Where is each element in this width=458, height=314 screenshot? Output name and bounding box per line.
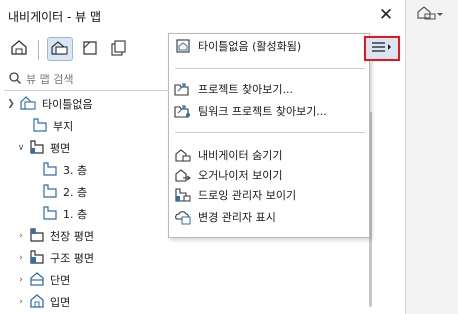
chevron-right-icon[interactable]: ›: [16, 253, 26, 263]
tree-item-label: 천장 평면: [50, 230, 94, 243]
project-map-icon: [9, 39, 29, 60]
hide-navigator-icon: [174, 146, 192, 164]
folder-icon: [32, 117, 48, 136]
folder-icon: [42, 161, 58, 180]
search-bar: [4, 68, 171, 91]
publisher-sets-button[interactable]: [106, 37, 132, 61]
menu-item-label: 팀워크 프로젝트 찾아보기...: [198, 105, 327, 118]
menu-item-show-change-manager[interactable]: 변경 관리자 표시: [169, 207, 369, 227]
navigator-options-menu: 타이틀없음 (활성화됨) 프로젝트 찾아보기... 팀워크 프로젝트 찾아보기.…: [168, 33, 370, 238]
chevron-down-icon[interactable]: ❯: [6, 99, 16, 109]
tree-item-label: 2. 층: [63, 186, 88, 199]
hamburger-menu-icon: [370, 40, 394, 57]
tree-item-label: 타이틀없음: [42, 98, 93, 111]
adjacent-palette: [405, 0, 458, 314]
ceiling-plan-icon: [29, 227, 45, 246]
menu-divider: [175, 132, 365, 133]
tree-item-label: 부지: [53, 120, 74, 133]
floor-plan-icon: [29, 139, 45, 158]
chevron-right-icon[interactable]: ›: [16, 297, 26, 307]
chevron-right-icon[interactable]: ›: [16, 275, 26, 285]
layout-book-icon: [80, 39, 100, 60]
chevron-right-icon[interactable]: ›: [16, 231, 26, 241]
search-input[interactable]: [26, 70, 166, 88]
project-map-button[interactable]: [6, 37, 32, 61]
close-icon[interactable]: ✕: [376, 5, 396, 25]
menu-item-label: 드로잉 관리자 보이기: [198, 189, 297, 202]
open-project-icon: [174, 80, 192, 98]
tree-item-label: 3. 층: [63, 164, 88, 177]
tree-item-label: 1. 층: [63, 208, 88, 221]
tree-item-elevation[interactable]: › 입면: [0, 291, 368, 313]
change-manager-icon: [174, 208, 192, 226]
tree-item-section[interactable]: › 단면: [0, 269, 368, 291]
view-map-root-icon: [19, 95, 37, 114]
section-icon: [29, 271, 45, 290]
home-dropdown-icon[interactable]: [415, 4, 445, 24]
project-file-icon: [174, 37, 192, 55]
structural-plan-icon: [29, 249, 45, 268]
menu-item-label: 오거나이저 보이기: [198, 169, 283, 182]
menu-item-label: 내비게이터 숨기기: [198, 149, 283, 162]
publisher-sets-icon: [109, 39, 129, 60]
layout-book-button[interactable]: [77, 37, 103, 61]
chevron-down-icon[interactable]: ∨: [16, 143, 26, 153]
tree-item-label: 입면: [50, 296, 71, 309]
menu-item-hide-navigator[interactable]: 내비게이터 숨기기: [169, 145, 369, 165]
menu-item-show-drawing-manager[interactable]: 드로잉 관리자 보이기: [169, 185, 369, 205]
tree-item-label: 구조 평면: [50, 252, 94, 265]
menu-item-label: 변경 관리자 표시: [198, 211, 276, 224]
view-map-button[interactable]: [47, 37, 73, 61]
menu-divider: [175, 68, 365, 69]
navigator-options-button[interactable]: [364, 36, 400, 61]
elevation-icon: [29, 293, 45, 312]
menu-item-label: 프로젝트 찾아보기...: [198, 83, 293, 96]
tree-item-label: 단면: [50, 274, 71, 287]
folder-icon: [42, 183, 58, 202]
menu-item-browse-teamwork[interactable]: 팀워크 프로젝트 찾아보기...: [169, 101, 369, 121]
window-title: 내비게이터 - 뷰 맵: [8, 10, 102, 24]
organizer-icon: [174, 166, 192, 184]
open-teamwork-project-icon: [174, 102, 192, 120]
menu-item-show-organizer[interactable]: 오거나이저 보이기: [169, 165, 369, 185]
folder-icon: [42, 205, 58, 224]
tree-item-label: 평면: [50, 142, 71, 155]
drawing-manager-icon: [174, 186, 192, 204]
search-icon: [8, 71, 22, 88]
menu-item-browse-project[interactable]: 프로젝트 찾아보기...: [169, 79, 369, 99]
toolbar-divider: [38, 40, 39, 60]
menu-item-active-project[interactable]: 타이틀없음 (활성화됨): [169, 34, 369, 58]
view-map-icon: [50, 39, 70, 60]
tree-item-structural-plan[interactable]: › 구조 평면: [0, 247, 368, 269]
menu-header-label: 타이틀없음 (활성화됨): [198, 40, 302, 53]
title-bar: 내비게이터 - 뷰 맵: [0, 0, 405, 32]
